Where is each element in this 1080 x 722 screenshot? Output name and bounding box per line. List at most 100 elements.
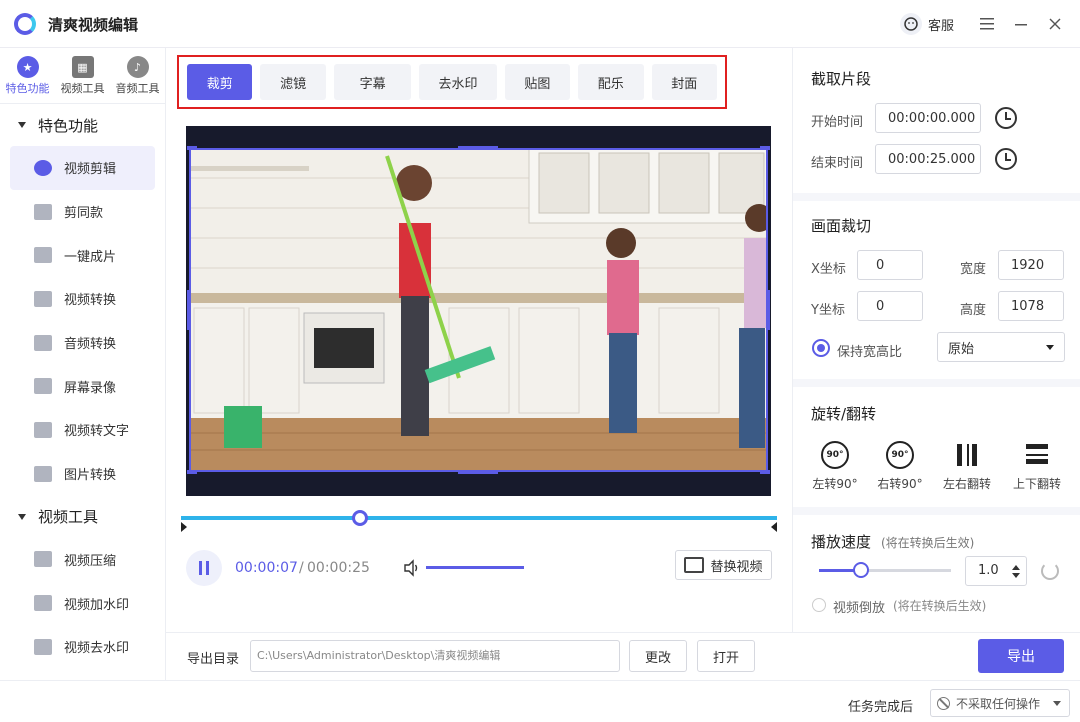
pause-button[interactable]: [186, 550, 222, 586]
close-icon[interactable]: [1040, 9, 1070, 39]
nav-item-label: 剪同款: [64, 206, 104, 222]
minimize-icon[interactable]: [1006, 9, 1036, 39]
nav-item-video-edit[interactable]: 视频剪辑: [10, 146, 155, 190]
nav-item-video-compress[interactable]: 视频压缩: [10, 538, 155, 582]
ratio-select-value: 原始: [948, 341, 975, 357]
reverse-video-checkbox[interactable]: [812, 598, 826, 612]
rotate-left-label: 左转90°: [812, 477, 858, 491]
x-coord-input[interactable]: 0: [857, 250, 923, 280]
tab-cover[interactable]: 封面: [651, 64, 717, 100]
crop-handle-top[interactable]: [458, 146, 498, 150]
replace-video-label: 替换视频: [710, 559, 763, 575]
nav-item-remove-watermark[interactable]: 视频去水印: [10, 625, 155, 669]
keep-ratio-radio[interactable]: [812, 339, 830, 357]
export-bar: 导出目录 C:\Users\Administrator\Desktop\清爽视频…: [166, 632, 1080, 680]
nav-item-video-to-text[interactable]: 视频转文字: [10, 408, 155, 452]
export-path-field[interactable]: C:\Users\Administrator\Desktop\清爽视频编辑: [250, 640, 620, 672]
rotate-left-icon: 90°: [821, 441, 849, 469]
menu-icon[interactable]: [972, 9, 1002, 39]
nav-item-one-click[interactable]: 一键成片: [10, 233, 155, 277]
crop-handle-corner-bl[interactable]: [187, 470, 197, 474]
ratio-select[interactable]: 原始: [937, 332, 1065, 362]
spin-down-icon[interactable]: [1012, 573, 1020, 578]
crop-handle-bottom[interactable]: [458, 470, 498, 474]
crop-handle-right[interactable]: [766, 290, 770, 330]
timeline-playhead[interactable]: [351, 510, 368, 526]
volume-icon[interactable]: [403, 559, 421, 577]
crop-handle-corner-br[interactable]: [760, 470, 770, 474]
height-label: 高度: [960, 303, 987, 318]
height-input[interactable]: 1078: [998, 291, 1064, 321]
customer-service-label[interactable]: 客服: [928, 15, 954, 34]
crop-selection-box[interactable]: [189, 148, 768, 472]
tab-subtitle[interactable]: 字幕: [333, 64, 412, 100]
top-tab-featured[interactable]: ★ 特色功能: [0, 48, 55, 103]
flip-horizontal-button[interactable]: 左右翻转: [940, 441, 994, 492]
nav-item-video-convert[interactable]: 视频转换: [10, 277, 155, 321]
crop-handle-corner-tr[interactable]: [760, 146, 770, 150]
replace-video-button[interactable]: 替换视频: [675, 550, 772, 580]
volume-slider[interactable]: [426, 566, 524, 569]
set-start-time-icon[interactable]: [995, 107, 1017, 129]
end-time-input[interactable]: 00:00:25.000: [875, 144, 981, 174]
tab-sticker[interactable]: 贴图: [504, 64, 571, 100]
top-tab-video-tools[interactable]: ▦ 视频工具: [55, 48, 110, 103]
top-tab-audio-tools[interactable]: ♪ 音频工具: [110, 48, 165, 103]
customer-service-icon[interactable]: [899, 13, 922, 35]
stamp-icon: [34, 638, 52, 655]
app-logo-icon: [14, 13, 36, 35]
video-preview: [186, 126, 771, 496]
tab-music[interactable]: 配乐: [578, 64, 644, 100]
tab-remove-watermark[interactable]: 去水印: [419, 64, 497, 100]
speed-section: 播放速度 (将在转换后生效) 1.0 视频倒放 (将在转换后生效): [793, 515, 1080, 632]
section-header-featured[interactable]: 特色功能: [0, 104, 165, 146]
chevron-down-icon: [1053, 701, 1061, 706]
nav-item-label: 音频转换: [64, 337, 117, 353]
film-icon: ▦: [71, 56, 94, 78]
start-time-input[interactable]: 00:00:00.000: [875, 103, 981, 133]
tool-tabs: 裁剪 滤镜 字幕 去水印 贴图 配乐 封面: [177, 55, 727, 109]
after-task-select[interactable]: 不采取任何操作: [930, 689, 1070, 717]
tab-filter[interactable]: 滤镜: [260, 64, 326, 100]
export-dir-label: 导出目录: [187, 652, 240, 667]
caret-down-icon: [18, 513, 26, 520]
crop-handle-left[interactable]: [187, 290, 191, 330]
timeline-track[interactable]: [181, 516, 777, 520]
top-tab-label: 音频工具: [115, 82, 160, 95]
export-button[interactable]: 导出: [978, 639, 1064, 673]
nav-item-screen-record[interactable]: 屏幕录像: [10, 364, 155, 408]
timeline-start-marker[interactable]: [181, 522, 187, 532]
star-icon: ★: [16, 56, 39, 78]
rotate-section: 旋转/翻转 90° 左转90° 90° 右转90° 左右翻转 上下翻转: [793, 387, 1080, 507]
nav-item-label: 视频转文字: [64, 424, 130, 440]
rotate-title: 旋转/翻转: [811, 405, 877, 423]
tab-crop[interactable]: 裁剪: [187, 64, 253, 100]
rotate-right-button[interactable]: 90° 右转90°: [873, 441, 927, 492]
rotate-left-button[interactable]: 90° 左转90°: [808, 441, 862, 492]
speed-slider-knob[interactable]: [853, 562, 869, 578]
section-title: 特色功能: [38, 116, 99, 135]
timeline-end-marker[interactable]: [771, 522, 777, 532]
start-time-label: 开始时间: [811, 115, 864, 130]
spin-up-icon[interactable]: [1012, 565, 1020, 570]
compress-icon: [34, 551, 52, 568]
speed-input[interactable]: 1.0: [965, 556, 1027, 586]
nav-item-image-convert[interactable]: 图片转换: [10, 452, 155, 496]
y-coord-input[interactable]: 0: [857, 291, 923, 321]
open-dir-button[interactable]: 打开: [697, 640, 755, 672]
pause-icon-bar: [206, 561, 209, 575]
nav-item-template-clip[interactable]: 剪同款: [10, 190, 155, 234]
crop-handle-corner-tl[interactable]: [187, 146, 197, 150]
reset-speed-icon[interactable]: [1041, 562, 1059, 580]
width-input[interactable]: 1920: [998, 250, 1064, 280]
editor-area: 裁剪 滤镜 字幕 去水印 贴图 配乐 封面 00:00:07 / 00:00:2…: [166, 48, 792, 632]
set-end-time-icon[interactable]: [995, 148, 1017, 170]
flip-vertical-icon: [1026, 444, 1048, 466]
timeline-slider[interactable]: [181, 510, 777, 532]
nav-item-add-watermark[interactable]: 视频加水印: [10, 581, 155, 625]
speed-slider-track[interactable]: [861, 569, 951, 572]
change-dir-button[interactable]: 更改: [629, 640, 687, 672]
section-header-video-tools[interactable]: 视频工具: [0, 496, 165, 538]
flip-vertical-button[interactable]: 上下翻转: [1010, 441, 1064, 492]
nav-item-audio-convert[interactable]: 音频转换: [10, 321, 155, 365]
